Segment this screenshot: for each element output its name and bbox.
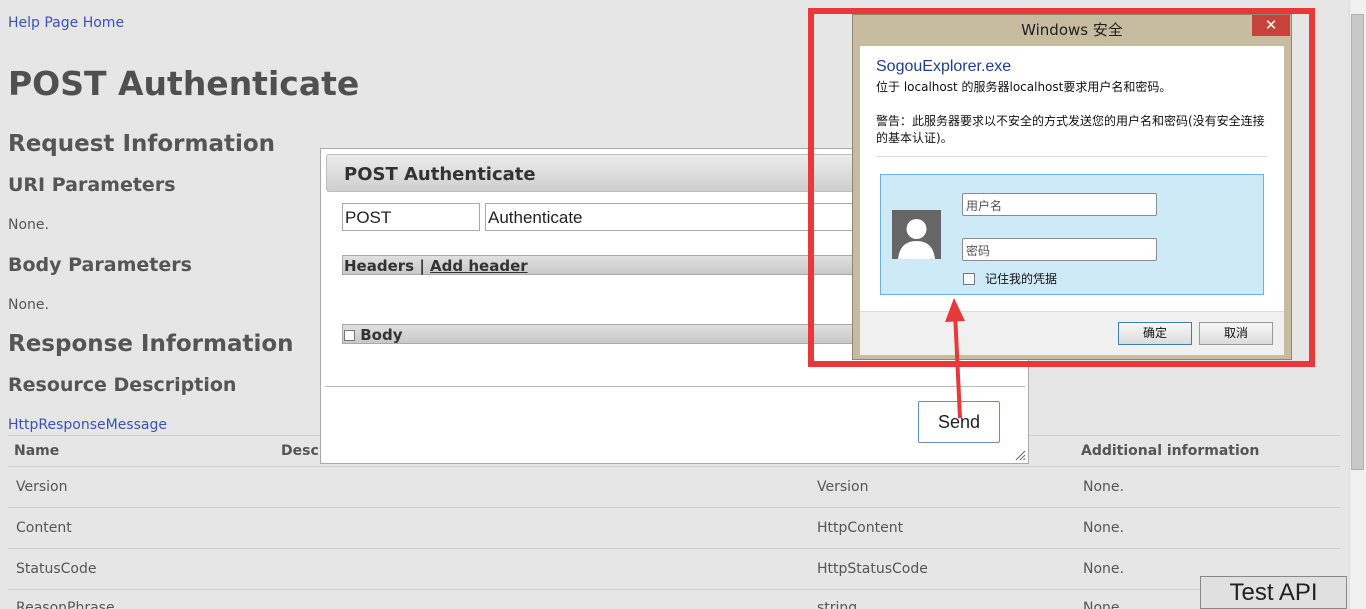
table-rule [8, 589, 1340, 590]
resize-grip-icon[interactable] [1014, 449, 1026, 461]
table-rule [8, 548, 1340, 549]
headers-separator: | [419, 257, 425, 275]
table-row-type: string [817, 600, 858, 609]
table-header-name: Name [14, 443, 60, 459]
resource-type-link[interactable]: HttpResponseMessage [8, 417, 167, 433]
body-checkbox[interactable] [344, 330, 355, 341]
table-row-info: None. [1083, 479, 1124, 495]
body-bar: Body [342, 324, 862, 344]
table-row-name: Content [16, 520, 72, 536]
page-title: POST Authenticate [8, 64, 360, 103]
table-rule [8, 466, 1340, 467]
uri-parameters-heading: URI Parameters [8, 174, 176, 196]
table-row-type-link[interactable]: Version [817, 479, 868, 495]
request-information-heading: Request Information [8, 131, 276, 157]
highlight-box [808, 8, 1315, 367]
dialog-divider [325, 386, 1025, 387]
annotation-arrow-icon [945, 298, 965, 419]
table-row-info: None. [1083, 600, 1124, 609]
table-row-name: ReasonPhrase [16, 600, 115, 609]
table-row-type-link[interactable]: HttpContent [817, 520, 903, 536]
method-input[interactable]: POST [342, 203, 480, 231]
scrollbar-thumb[interactable] [1351, 14, 1364, 470]
test-api-button[interactable]: Test API [1200, 576, 1347, 609]
resource-description-heading: Resource Description [8, 374, 237, 396]
table-row-info: None. [1083, 520, 1124, 536]
help-home-link[interactable]: Help Page Home [8, 15, 124, 31]
body-label: Body [360, 326, 403, 344]
body-parameters-heading: Body Parameters [8, 254, 192, 276]
uri-parameters-none: None. [8, 217, 49, 233]
response-information-heading: Response Information [8, 331, 294, 357]
table-row-name: StatusCode [16, 561, 97, 577]
table-header-additional: Additional information [1081, 443, 1260, 459]
table-row-name: Version [16, 479, 68, 495]
headers-bar: Headers | Add header [342, 255, 862, 275]
table-row-info: None. [1083, 561, 1124, 577]
headers-label: Headers [344, 257, 415, 275]
body-parameters-none: None. [8, 297, 49, 313]
table-row-type-link[interactable]: HttpStatusCode [817, 561, 928, 577]
add-header-link[interactable]: Add header [430, 257, 528, 275]
table-header-description: Desc [281, 443, 319, 459]
table-rule [8, 507, 1340, 508]
